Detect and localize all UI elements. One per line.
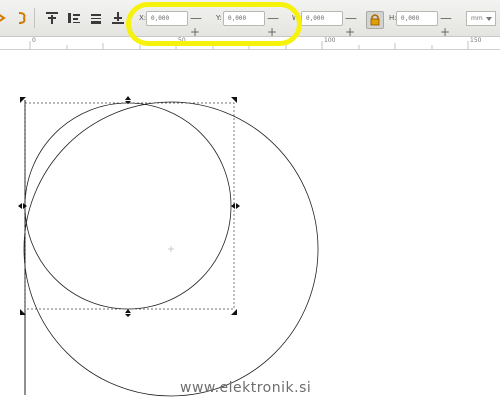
scale-handle-left[interactable] — [18, 203, 27, 209]
lower-one-step-icon[interactable] — [88, 10, 104, 26]
scale-handle-bottom-right[interactable] — [231, 309, 237, 315]
scale-handle-bottom[interactable] — [125, 309, 131, 317]
lock-proportions-button[interactable] — [366, 11, 384, 29]
unit-value: mm — [471, 15, 483, 22]
selection-bounding-box — [24, 102, 235, 310]
ruler-label-0: 0 — [32, 37, 36, 44]
tool-controls-bar: X: 0,000 —+ Y: 0,000 —+ W: 0,000 —+ H: 0… — [0, 0, 500, 39]
h-input[interactable]: 0,000 — [396, 11, 438, 26]
w-stepper[interactable]: —+ — [345, 11, 367, 39]
horizontal-ruler[interactable]: 0 50 100 150 — [0, 37, 500, 50]
ruler-label-150: 150 — [470, 37, 482, 44]
x-stepper[interactable]: —+ — [190, 11, 212, 39]
lower-to-bottom-icon[interactable] — [110, 10, 126, 26]
h-stepper[interactable]: —+ — [440, 11, 462, 39]
y-stepper[interactable]: —+ — [267, 11, 289, 39]
align-icon-partial[interactable] — [0, 10, 12, 26]
x-input[interactable]: 0,000 — [146, 11, 188, 26]
lock-icon — [370, 14, 380, 26]
center-marker — [168, 246, 174, 252]
raise-one-step-icon[interactable] — [66, 10, 82, 26]
small-circle[interactable] — [24, 102, 232, 310]
w-label: W: — [292, 14, 301, 22]
ruler-label-100: 100 — [324, 37, 336, 44]
scale-handle-right[interactable] — [231, 203, 240, 209]
y-label: Y: — [216, 14, 222, 22]
y-input[interactable]: 0,000 — [223, 11, 265, 26]
separator — [34, 8, 35, 28]
scale-handle-top-right[interactable] — [231, 97, 237, 103]
raise-to-top-icon[interactable] — [44, 10, 60, 26]
watermark: www.elektronik.si — [180, 380, 312, 396]
raise-icon[interactable] — [14, 10, 30, 26]
w-input[interactable]: 0,000 — [301, 11, 343, 26]
drawing-canvas[interactable] — [0, 50, 500, 403]
unit-select[interactable]: mm — [466, 11, 496, 26]
ruler-label-50: 50 — [178, 37, 186, 44]
chevron-down-icon — [486, 17, 492, 21]
